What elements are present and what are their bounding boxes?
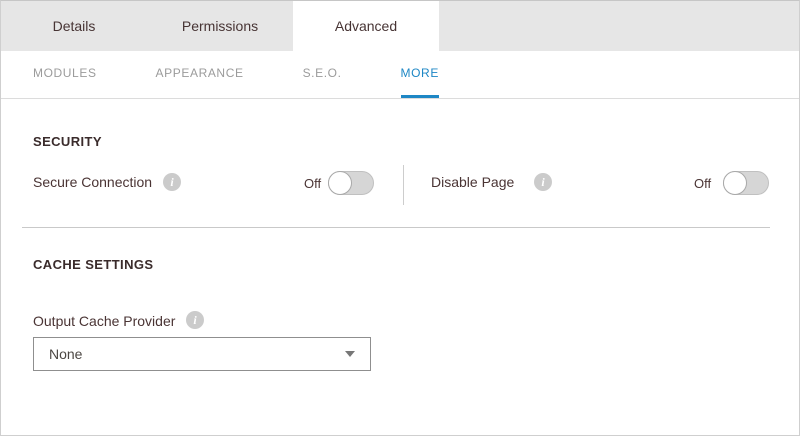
- tab-advanced-label: Advanced: [335, 18, 397, 34]
- chevron-down-icon: [345, 351, 355, 357]
- disable-page-toggle[interactable]: [723, 171, 769, 195]
- dropdown-selected-value: None: [49, 346, 82, 362]
- tab-details-label: Details: [53, 18, 96, 34]
- toggle-knob: [328, 171, 352, 195]
- subnav-item-appearance[interactable]: APPEARANCE: [156, 51, 244, 98]
- secure-connection-toggle[interactable]: [328, 171, 374, 195]
- output-cache-provider-dropdown[interactable]: None: [33, 337, 371, 371]
- subnav-item-modules[interactable]: MODULES: [33, 51, 97, 98]
- info-icon[interactable]: i: [163, 173, 181, 191]
- security-toggles-row: Secure Connection i Off Disable Page i O…: [1, 164, 799, 206]
- tab-bar: Details Permissions Advanced: [1, 1, 799, 51]
- subnav-appearance-label: APPEARANCE: [156, 66, 244, 80]
- secure-connection-label: Secure Connection: [33, 174, 152, 190]
- subnav-modules-label: MODULES: [33, 66, 97, 80]
- security-section-heading: SECURITY: [33, 134, 102, 149]
- tab-permissions[interactable]: Permissions: [147, 1, 293, 51]
- secure-connection-state: Off: [304, 176, 321, 191]
- disable-page-state: Off: [694, 176, 711, 191]
- toggle-knob: [723, 171, 747, 195]
- page-settings-panel: Details Permissions Advanced MODULES APP…: [0, 0, 800, 436]
- cache-settings-heading: CACHE SETTINGS: [33, 257, 153, 272]
- tab-details[interactable]: Details: [1, 1, 147, 51]
- disable-page-label: Disable Page: [431, 174, 514, 190]
- tab-advanced[interactable]: Advanced: [293, 1, 439, 51]
- subnav-more-label: MORE: [401, 66, 439, 80]
- section-divider: [22, 227, 770, 228]
- subnav-item-more[interactable]: MORE: [401, 51, 439, 98]
- vertical-divider: [403, 165, 404, 205]
- info-icon[interactable]: i: [534, 173, 552, 191]
- subnav: MODULES APPEARANCE S.E.O. MORE: [1, 51, 799, 99]
- tab-permissions-label: Permissions: [182, 18, 258, 34]
- info-icon[interactable]: i: [186, 311, 204, 329]
- subnav-seo-label: S.E.O.: [303, 66, 342, 80]
- subnav-item-seo[interactable]: S.E.O.: [303, 51, 342, 98]
- output-cache-provider-label: Output Cache Provider: [33, 313, 175, 329]
